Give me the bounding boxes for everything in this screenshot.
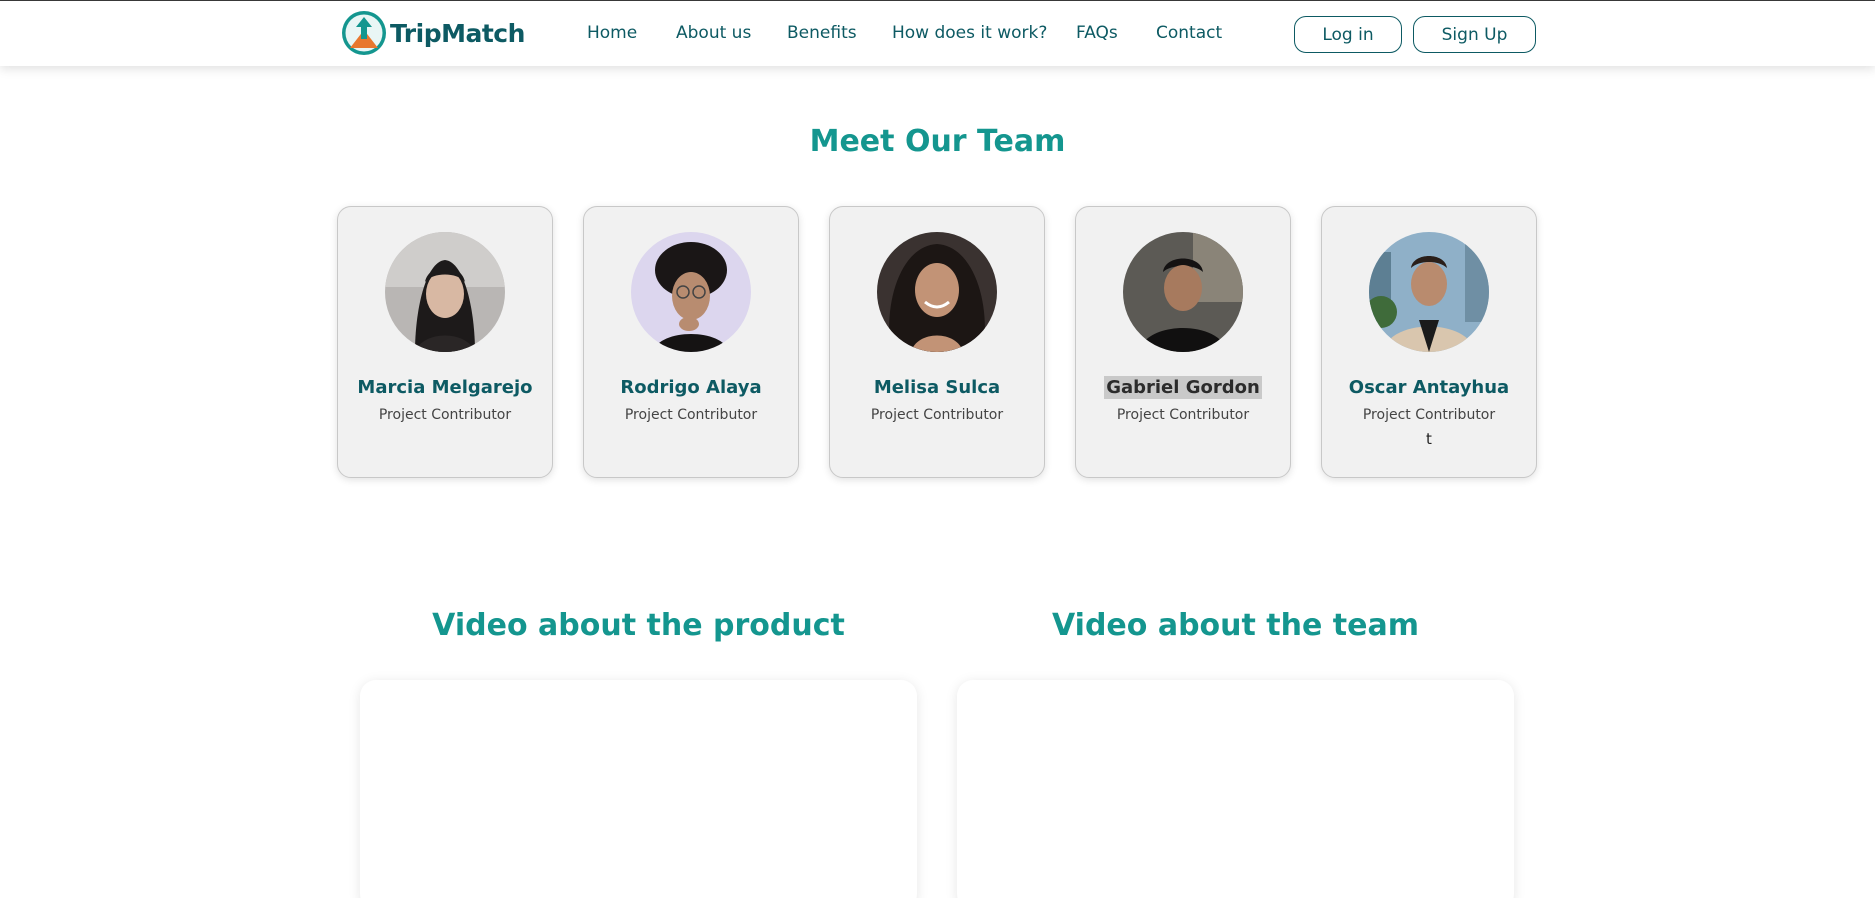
team-section-title: Meet Our Team <box>809 124 1066 159</box>
team-card: Marcia Melgarejo Project Contributor <box>337 206 553 478</box>
team-card: Gabriel Gordon Project Contributor <box>1075 206 1291 478</box>
nav-how-it-works[interactable]: How does it work? <box>892 23 1047 43</box>
avatar <box>1369 232 1489 352</box>
member-role: Project Contributor <box>870 407 1004 423</box>
avatar <box>1123 232 1243 352</box>
team-video-player[interactable] <box>957 680 1514 898</box>
member-name: Marcia Melgarejo <box>357 377 533 398</box>
site-header: TripMatch Home About us Benefits How doe… <box>0 1 1875 66</box>
team-card: Oscar Antayhua Project Contributor t <box>1321 206 1537 478</box>
member-name: Rodrigo Alaya <box>620 377 762 398</box>
nav-contact[interactable]: Contact <box>1156 23 1222 43</box>
signup-button[interactable]: Sign Up <box>1413 16 1536 53</box>
product-video-player[interactable] <box>360 680 917 898</box>
member-extra: t <box>1426 430 1432 448</box>
login-button[interactable]: Log in <box>1294 16 1402 53</box>
member-name: Melisa Sulca <box>873 377 1001 398</box>
member-name: Oscar Antayhua <box>1348 377 1510 398</box>
member-role: Project Contributor <box>378 407 512 423</box>
brand-name: TripMatch <box>390 18 525 48</box>
video-team-title: Video about the team <box>1051 608 1419 643</box>
team-card: Rodrigo Alaya Project Contributor <box>583 206 799 478</box>
member-role: Project Contributor <box>1116 407 1250 423</box>
avatar <box>385 232 505 352</box>
member-role: Project Contributor <box>1362 407 1496 423</box>
nav-home[interactable]: Home <box>587 23 637 43</box>
member-role: Project Contributor <box>624 407 758 423</box>
video-product-title: Video about the product <box>432 608 845 643</box>
nav-benefits[interactable]: Benefits <box>787 23 857 43</box>
member-name: Gabriel Gordon <box>1104 376 1262 399</box>
brand-logo[interactable]: TripMatch <box>341 10 525 56</box>
avatar <box>877 232 997 352</box>
team-card: Melisa Sulca Project Contributor <box>829 206 1045 478</box>
nav-about-us[interactable]: About us <box>676 23 751 43</box>
avatar <box>631 232 751 352</box>
tripmatch-logo-icon <box>342 11 386 55</box>
nav-faqs[interactable]: FAQs <box>1076 23 1118 43</box>
